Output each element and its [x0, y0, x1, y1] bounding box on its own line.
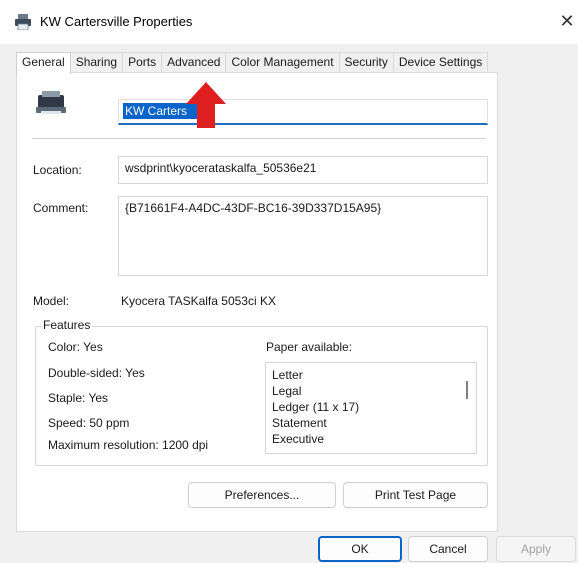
tab-ports[interactable]: Ports — [122, 52, 163, 73]
paper-list[interactable]: Letter Legal Ledger (11 x 17) Statement … — [265, 362, 477, 454]
feature-color: Color: Yes — [48, 340, 103, 354]
tab-device-settings[interactable]: Device Settings — [392, 52, 489, 73]
apply-button[interactable]: Apply — [496, 536, 576, 562]
location-label: Location: — [33, 163, 82, 177]
tab-color-management[interactable]: Color Management — [225, 52, 340, 73]
features-title: Features — [41, 318, 93, 332]
printer-icon — [36, 91, 66, 114]
feature-speed: Speed: 50 ppm — [48, 416, 130, 430]
red-arrow-icon — [186, 82, 226, 128]
list-item[interactable]: Letter — [272, 368, 303, 382]
comment-label: Comment: — [33, 201, 89, 215]
scroll-thumb[interactable] — [466, 381, 468, 399]
tab-sharing[interactable]: Sharing — [69, 52, 124, 73]
list-item[interactable]: Legal — [272, 384, 301, 398]
list-item[interactable]: Ledger (11 x 17) — [272, 400, 359, 414]
comment-field[interactable]: {B71661F4-A4DC-43DF-BC16-39D337D15A95} — [118, 196, 488, 276]
feature-double-sided: Double-sided: Yes — [48, 366, 145, 380]
tab-strip: General Sharing Ports Advanced Color Man… — [16, 52, 489, 74]
print-test-page-button[interactable]: Print Test Page — [343, 482, 488, 508]
ok-button[interactable]: OK — [318, 536, 402, 562]
printer-icon — [15, 14, 31, 30]
list-item[interactable]: Statement — [272, 416, 327, 430]
printer-name-field[interactable]: KW Carters — [118, 99, 488, 125]
feature-staple: Staple: Yes — [48, 391, 109, 405]
title-bar: KW Cartersville Properties ✕ — [0, 0, 578, 44]
tab-general[interactable]: General — [16, 52, 71, 74]
feature-max-resolution: Maximum resolution: 1200 dpi — [48, 438, 209, 452]
location-field[interactable]: wsdprint\kyocerataskalfa_50536e21 — [118, 156, 488, 184]
cancel-button[interactable]: Cancel — [408, 536, 488, 562]
model-value: Kyocera TASKalfa 5053ci KX — [121, 294, 276, 308]
tab-advanced[interactable]: Advanced — [161, 52, 227, 73]
close-icon[interactable]: ✕ — [556, 10, 578, 32]
preferences-button[interactable]: Preferences... — [188, 482, 336, 508]
paper-list-scrollbar[interactable] — [462, 362, 476, 454]
list-item[interactable]: Executive — [272, 432, 324, 446]
model-label: Model: — [33, 294, 70, 308]
paper-available-label: Paper available: — [266, 340, 353, 354]
divider — [32, 138, 486, 139]
tab-security[interactable]: Security — [338, 52, 394, 73]
window-title: KW Cartersville Properties — [40, 14, 193, 29]
